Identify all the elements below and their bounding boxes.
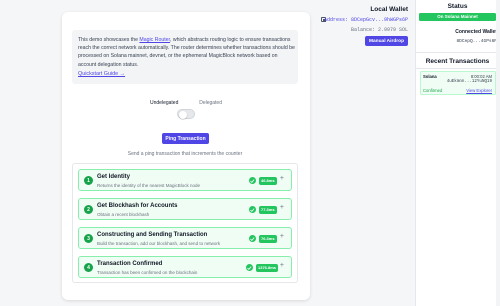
check-icon: [249, 177, 256, 184]
step-description: Returns the identity of the nearest Magi…: [97, 183, 201, 188]
expand-icon[interactable]: +: [280, 204, 284, 211]
transaction-item: Solana 8:00:02 AM 4uEkmnn...12YuNQ19 Con…: [420, 71, 496, 95]
connected-wallet-address: 8DCepQ...4GPs6P: [456, 39, 497, 44]
quickstart-guide-link[interactable]: Quickstart Guide →: [78, 71, 125, 77]
panel-scrollbar[interactable]: [496, 0, 500, 306]
step-description: Transaction has been confirmed on the bl…: [97, 270, 198, 275]
expand-icon[interactable]: +: [280, 175, 284, 182]
expand-icon[interactable]: +: [280, 262, 284, 269]
status-title: Status: [447, 3, 468, 10]
step-get-identity[interactable]: 1 Get Identity Returns the identity of t…: [78, 169, 292, 191]
tx-signature: 4uEkmnn...12YuNQ19: [446, 80, 492, 84]
recent-transactions-divider: [415, 68, 500, 69]
delegation-toggle-labels: Undelegated Delegated: [150, 100, 222, 106]
step-description: Build the transaction, add our blockhash…: [97, 241, 221, 246]
delegation-toggle[interactable]: [177, 109, 195, 119]
info-text-before: This demo showcases the: [78, 37, 140, 43]
local-wallet-address: Address: 8DCepGcv...9hWGPs6P: [323, 17, 408, 23]
step-number: 4: [84, 263, 93, 272]
manual-airdrop-button[interactable]: Manual Airdrop: [365, 36, 408, 46]
step-time-badge: 77.3ms: [259, 205, 277, 214]
panel-divider: [415, 52, 500, 53]
step-time-badge: 1376.8ms: [256, 263, 279, 272]
local-wallet-balance: Balance: 2.9979 SOL: [350, 27, 408, 33]
step-number: 1: [84, 176, 93, 185]
toggle-knob: [178, 110, 187, 119]
tx-time: 8:00:02 AM: [470, 74, 492, 79]
step-description: Obtain a recent blockhash: [97, 212, 150, 217]
step-transaction-confirmed[interactable]: 4 Transaction Confirmed Transaction has …: [78, 256, 292, 278]
local-wallet-title: Local Wallet: [370, 6, 408, 13]
step-title: Transaction Confirmed: [97, 261, 163, 267]
check-icon: [249, 206, 256, 213]
step-number: 3: [84, 234, 93, 243]
check-icon: [246, 264, 253, 271]
expand-icon[interactable]: +: [280, 233, 284, 240]
info-description: This demo showcases the Magic Router, wh…: [78, 36, 296, 69]
view-explorer-link[interactable]: View Explorer: [466, 88, 492, 93]
status-panel: [415, 0, 500, 306]
network-status-badge: On Solana Mainnet: [419, 13, 496, 21]
check-icon: [249, 235, 256, 242]
step-time-badge: 46.8ms: [259, 176, 277, 185]
delegated-label: Delegated: [199, 100, 222, 106]
connected-wallet-title: Connected Wallet: [455, 29, 497, 35]
undelegated-label: Undelegated: [150, 100, 179, 106]
tx-network: Solana: [423, 74, 437, 79]
step-number: 2: [84, 205, 93, 214]
step-time-badge: 76.3ms: [259, 234, 277, 243]
step-title: Get Blockhash for Accounts: [97, 203, 178, 209]
step-get-blockhash[interactable]: 2 Get Blockhash for Accounts Obtain a re…: [78, 198, 292, 220]
tx-status: Confirmed: [423, 87, 443, 93]
step-construct-send[interactable]: 3 Constructing and Sending Transaction B…: [78, 227, 292, 249]
step-title: Get Identity: [97, 174, 131, 180]
ping-caption: Send a ping transaction that increments …: [127, 151, 243, 157]
ping-transaction-button[interactable]: Ping Transaction: [162, 133, 209, 144]
recent-transactions-title: Recent Transactions: [425, 58, 490, 65]
magic-router-link[interactable]: Magic Router: [139, 37, 170, 43]
step-title: Constructing and Sending Transaction: [97, 232, 208, 238]
